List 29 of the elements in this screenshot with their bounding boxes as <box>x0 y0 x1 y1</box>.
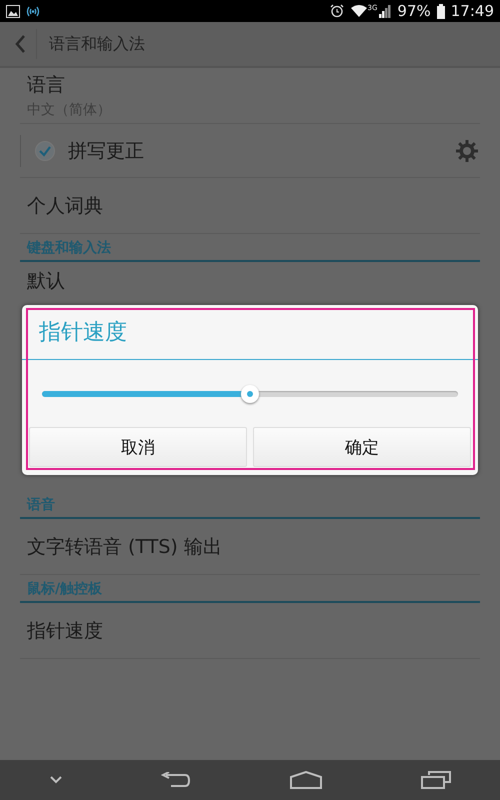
battery-percent: 97% <box>397 2 431 20</box>
back-icon[interactable] <box>160 772 190 788</box>
section-header: 鼠标/触控板 <box>20 575 480 603</box>
cancel-button[interactable]: 取消 <box>29 427 247 467</box>
settings-icon[interactable] <box>456 140 478 162</box>
alarm-icon <box>330 4 344 18</box>
setting-title[interactable]: 拼写更正 <box>68 138 144 164</box>
setting-title[interactable]: 语言 <box>27 72 65 98</box>
slider[interactable] <box>42 384 458 404</box>
setting-title[interactable]: 文字转语音 (TTS) 输出 <box>27 534 222 560</box>
dialog-title: 指针速度 <box>22 305 478 360</box>
chevron-down-icon[interactable] <box>50 776 62 784</box>
setting-title[interactable]: 个人词典 <box>27 192 103 218</box>
screen-title: 语言和输入法 <box>49 34 145 54</box>
signal-icon <box>379 4 392 18</box>
setting-title[interactable]: 指针速度 <box>27 618 103 644</box>
recent-apps-icon[interactable] <box>420 771 450 789</box>
home-icon[interactable] <box>290 771 322 789</box>
battery-icon <box>436 4 445 18</box>
setting-title[interactable]: 默认 <box>27 268 65 294</box>
checkbox[interactable] <box>34 140 56 162</box>
section-header: 语音 <box>20 487 480 519</box>
clock: 17:49 <box>450 2 494 20</box>
ok-button[interactable]: 确定 <box>253 427 471 467</box>
picture-icon <box>6 4 20 18</box>
section-header: 键盘和输入法 <box>20 234 480 262</box>
wifi-icon <box>350 4 368 18</box>
wireless-icon <box>26 4 40 18</box>
slider-thumb[interactable] <box>241 384 259 402</box>
